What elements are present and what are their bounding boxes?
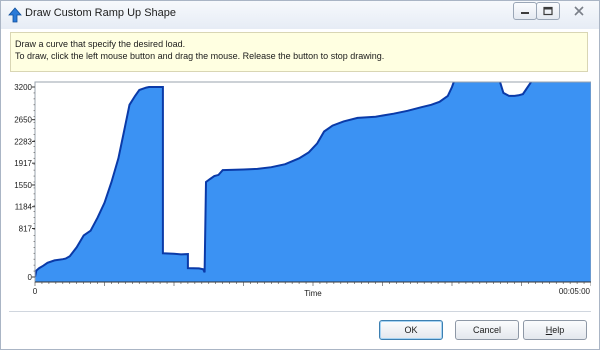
y-tick-label: 0 [28,273,33,282]
ramp-chart[interactable]: 3200 2650 2283 1917 1550 1184 817 0 0 00:05:00 T… [9,79,592,315]
maximize-button[interactable] [536,2,560,20]
minimize-icon [521,12,529,14]
instructions-panel: Draw a curve that specify the desired lo… [10,32,588,72]
ramp-chart-svg[interactable]: 3200 2650 2283 1917 1550 1184 817 0 0 00:05:00 T… [9,79,592,315]
minimize-button[interactable] [513,2,537,20]
x-tick-label-start: 0 [33,287,38,296]
y-tick-label: 817 [19,224,33,233]
y-tick-label: 3200 [14,83,32,92]
cancel-button[interactable]: Cancel [455,320,519,340]
button-separator [9,311,591,312]
window-title: Draw Custom Ramp Up Shape [25,7,177,19]
y-axis: 3200 2650 2283 1917 1550 1184 817 0 [14,83,35,282]
close-icon [574,6,584,16]
close-button[interactable] [564,2,594,20]
y-tick-label: 1184 [15,203,33,212]
title-bar[interactable]: Draw Custom Ramp Up Shape [1,1,599,29]
x-tick-label-end: 00:05:00 [559,287,591,296]
y-tick-label: 2283 [14,137,32,146]
ok-button[interactable]: OK [379,320,443,340]
y-tick-label: 1917 [14,159,32,168]
y-tick-label: 1550 [14,181,32,190]
instructions-line-1: Draw a curve that specify the desired lo… [15,39,186,49]
help-button[interactable]: Help [523,320,587,340]
maximize-icon [543,6,553,16]
instructions-line-2: To draw, click the left mouse button and… [15,51,385,61]
help-label-rest: elp [552,325,565,335]
dialog-window: Draw Custom Ramp Up Shape Draw a curve t… [0,0,600,350]
ramp-app-icon [8,7,22,23]
dialog-client-area: Draw a curve that specify the desired lo… [9,29,592,343]
x-axis-label: Time [304,289,322,298]
y-tick-label: 2650 [14,116,32,125]
